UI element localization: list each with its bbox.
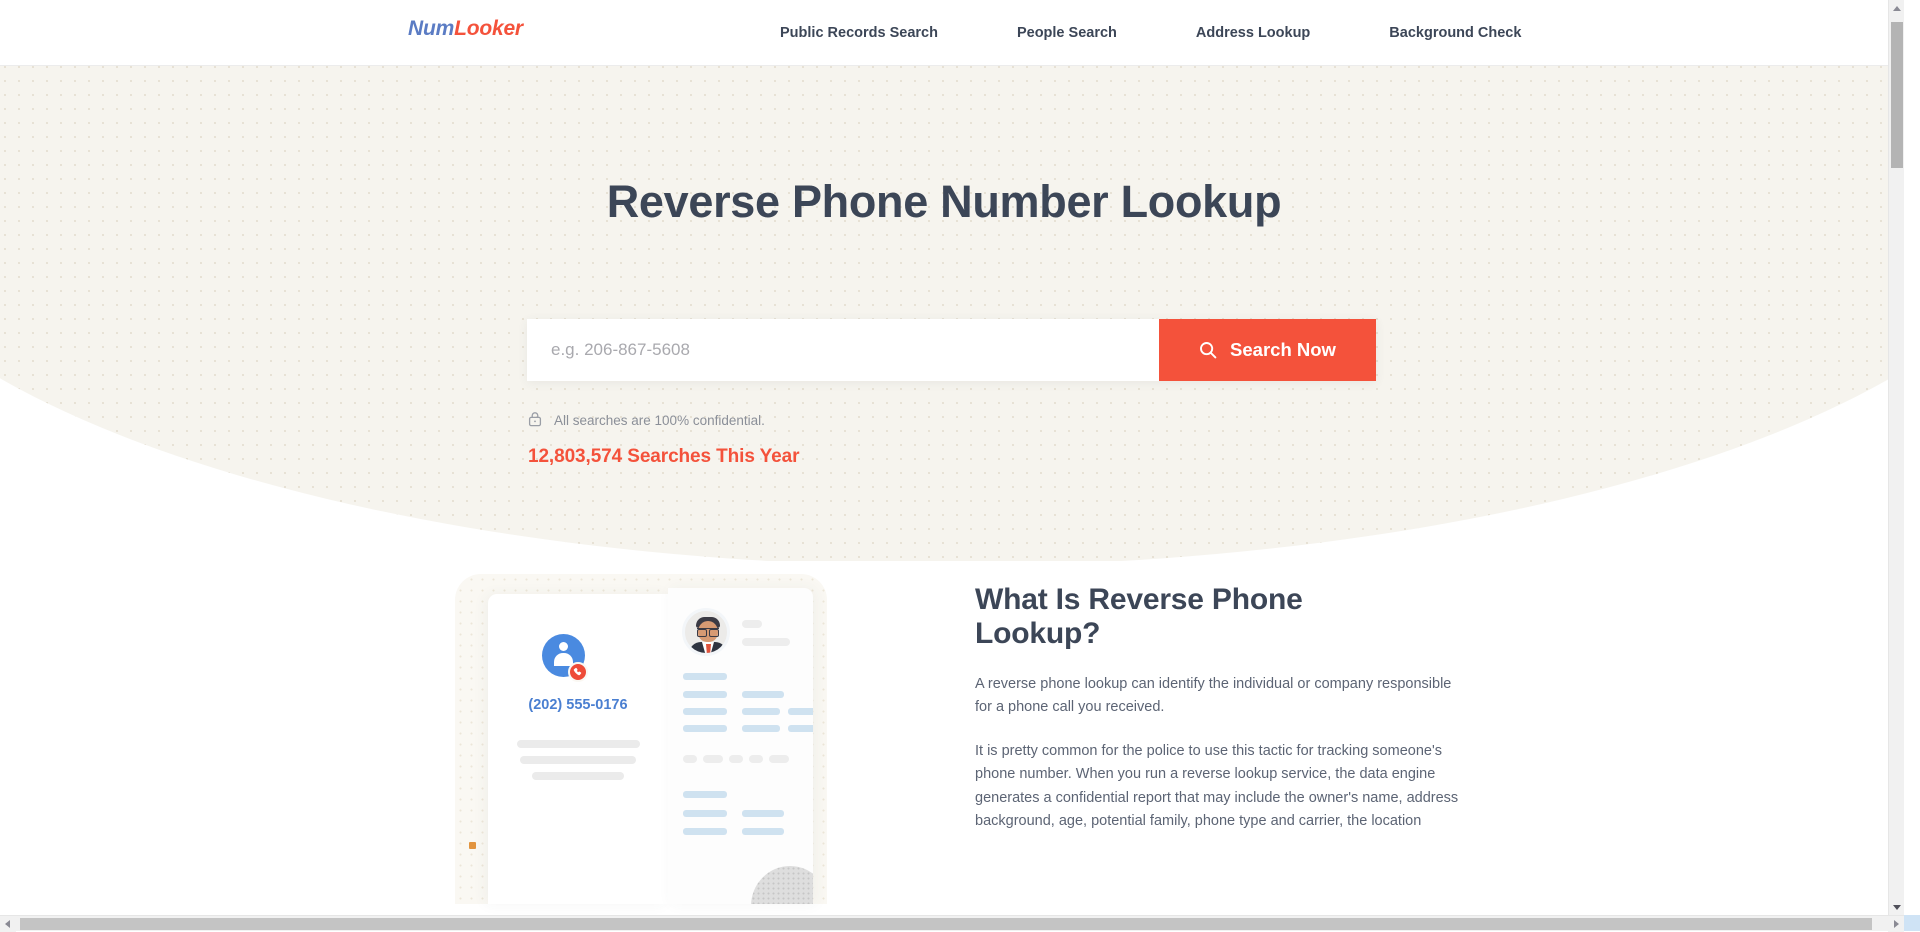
site-logo[interactable]: NumLooker	[408, 17, 523, 41]
horizontal-scrollbar-thumb[interactable]	[20, 918, 1872, 930]
phone-call-icon	[568, 662, 588, 682]
placeholder-bar	[683, 708, 727, 715]
hero-background-ellipse	[0, 66, 1888, 561]
what-is-text-column: What Is Reverse Phone Lookup? A reverse …	[975, 583, 1465, 834]
placeholder-bar	[729, 755, 743, 763]
nav-item-public-records-search[interactable]: Public Records Search	[780, 25, 938, 41]
placeholder-bar	[742, 725, 780, 732]
placeholder-bar	[683, 791, 727, 798]
placeholder-bar	[683, 691, 727, 698]
phone-search-form: Search Now	[527, 319, 1376, 381]
scroll-left-arrow-icon[interactable]	[0, 916, 16, 932]
vertical-scrollbar[interactable]	[1888, 0, 1904, 916]
placeholder-bar	[683, 755, 697, 763]
decorative-orange-dot	[469, 842, 476, 849]
placeholder-bar	[683, 673, 727, 680]
placeholder-bar	[683, 810, 727, 817]
placeholder-bar	[742, 810, 784, 817]
placeholder-bar	[703, 755, 723, 763]
search-now-button-label: Search Now	[1230, 339, 1336, 361]
placeholder-bar	[520, 756, 636, 764]
placeholder-bar	[742, 638, 790, 646]
search-now-button[interactable]: Search Now	[1159, 319, 1376, 381]
phone-search-input[interactable]	[527, 319, 1159, 381]
scrollbar-corner	[1904, 915, 1920, 931]
site-header: NumLooker Public Records Search People S…	[0, 0, 1888, 66]
section-paragraph-1: A reverse phone lookup can identify the …	[975, 673, 1465, 720]
incoming-call-card: (202) 555-0176	[488, 594, 668, 904]
caller-phone-number: (202) 555-0176	[488, 697, 668, 713]
placeholder-bar	[769, 755, 789, 763]
search-counter: 12,803,574 Searches This Year	[528, 446, 799, 468]
scroll-right-arrow-icon[interactable]	[1888, 916, 1904, 932]
nav-item-address-lookup[interactable]: Address Lookup	[1196, 25, 1310, 41]
logo-text-looker: Looker	[454, 17, 523, 40]
placeholder-bar	[749, 755, 763, 763]
placeholder-bar	[742, 828, 784, 835]
browser-viewport: NumLooker Public Records Search People S…	[0, 0, 1904, 916]
confidential-note-text: All searches are 100% confidential.	[554, 413, 765, 428]
scroll-up-arrow-icon[interactable]	[1889, 0, 1904, 16]
placeholder-bar	[742, 620, 762, 628]
logo-text-num: Num	[408, 17, 454, 40]
placeholder-bar	[683, 725, 727, 732]
main-navigation: Public Records Search People Search Addr…	[780, 0, 1521, 66]
search-icon	[1199, 341, 1217, 359]
person-photo-icon	[682, 608, 730, 656]
profile-report-card	[668, 588, 813, 904]
page-title: Reverse Phone Number Lookup	[0, 176, 1888, 228]
section-title: What Is Reverse Phone Lookup?	[975, 583, 1365, 651]
decorative-dome-shape	[751, 866, 813, 904]
placeholder-bar	[788, 708, 813, 715]
hero-section: Reverse Phone Number Lookup Search Now	[0, 66, 1888, 561]
placeholder-bar	[788, 725, 813, 732]
placeholder-bar	[532, 772, 624, 780]
section-paragraph-2: It is pretty common for the police to us…	[975, 740, 1465, 834]
placeholder-bar	[742, 691, 784, 698]
web-page: NumLooker Public Records Search People S…	[0, 0, 1888, 900]
lock-icon	[528, 411, 542, 430]
what-is-reverse-phone-lookup-section: (202) 555-0176	[0, 561, 1888, 901]
placeholder-bar	[517, 740, 640, 748]
nav-item-background-check[interactable]: Background Check	[1389, 25, 1521, 41]
lookup-illustration: (202) 555-0176	[455, 574, 827, 904]
vertical-scrollbar-thumb[interactable]	[1891, 22, 1903, 168]
confidential-note: All searches are 100% confidential.	[528, 411, 765, 430]
placeholder-bar	[742, 708, 780, 715]
scroll-down-arrow-icon[interactable]	[1889, 900, 1904, 916]
placeholder-bar	[683, 828, 727, 835]
nav-item-people-search[interactable]: People Search	[1017, 25, 1117, 41]
horizontal-scrollbar[interactable]	[0, 915, 1904, 931]
